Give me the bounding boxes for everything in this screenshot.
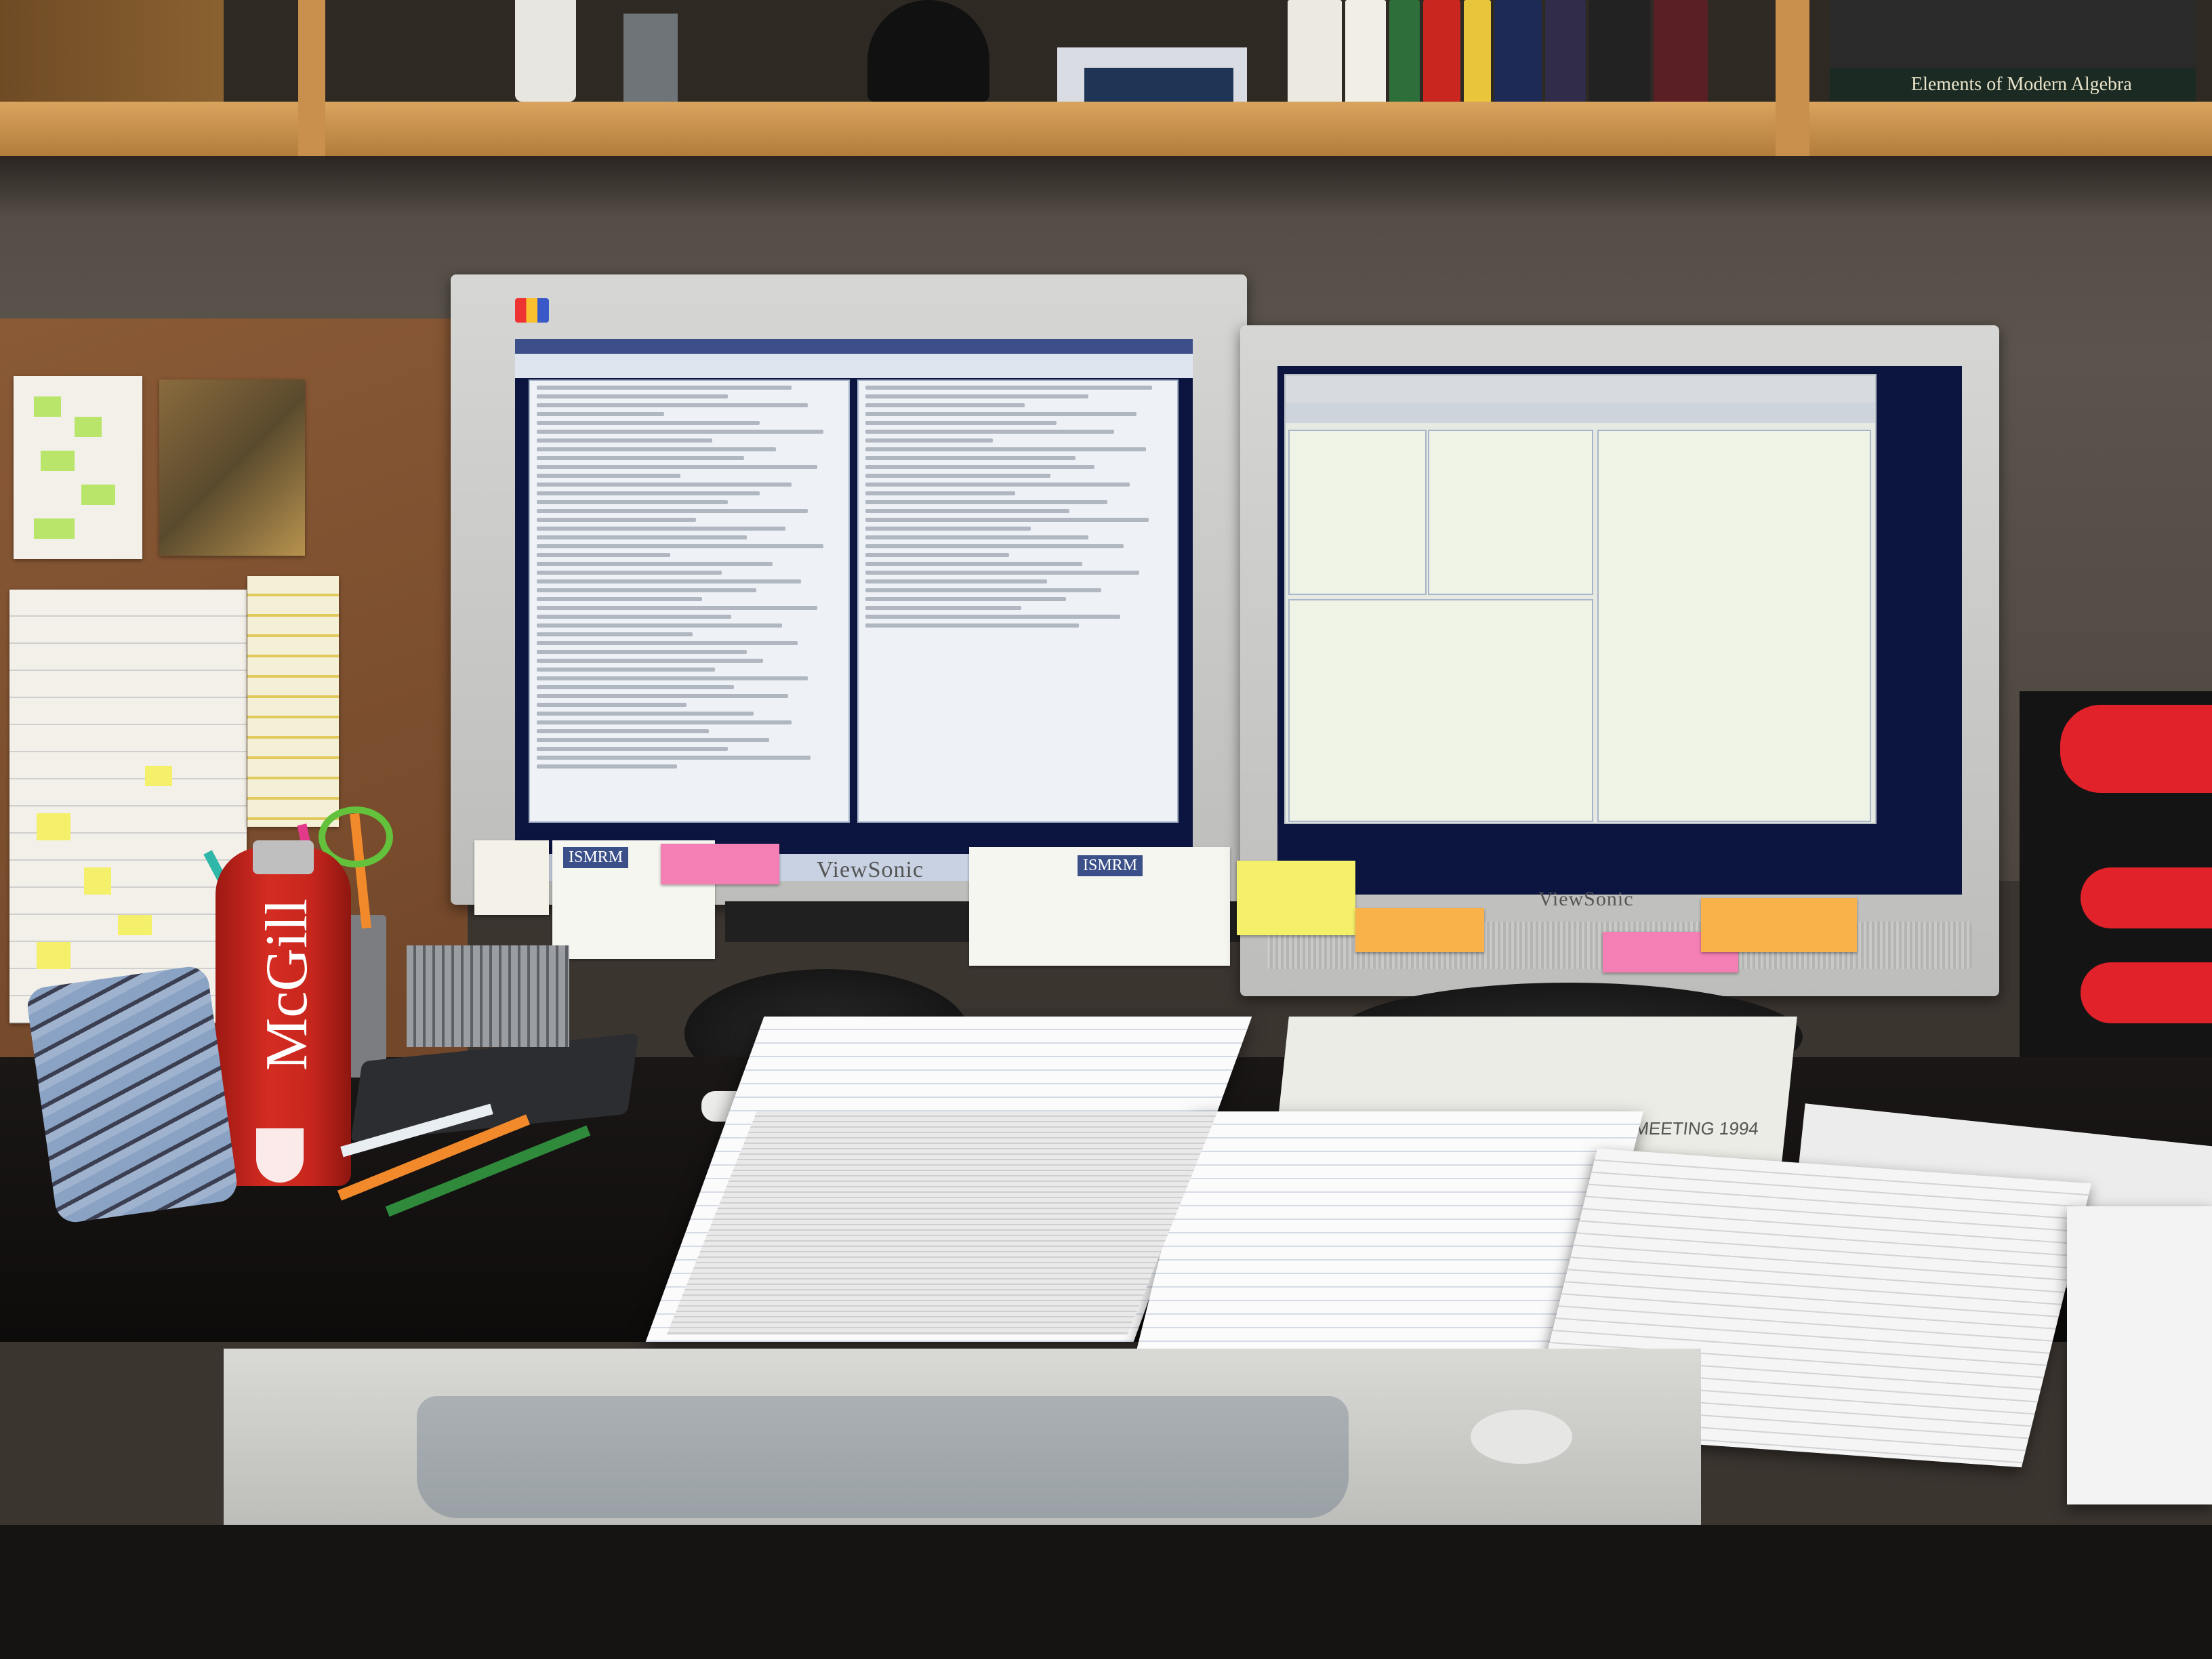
- editor-pane-right: [857, 380, 1179, 823]
- command-window: [1288, 599, 1593, 822]
- shelf-shadow: [0, 156, 2212, 217]
- shelf-post-2: [1776, 0, 1809, 159]
- right-monitor-brand: ViewSonic: [1538, 888, 1634, 910]
- ismrm-label-2: ISMRM: [1078, 855, 1143, 876]
- editor-pane-left: [529, 380, 850, 823]
- postcard: [159, 380, 305, 556]
- sticky-sheet: [14, 376, 142, 559]
- pencil-cup: [346, 915, 386, 1078]
- floor: [0, 1525, 2212, 1659]
- open-paper-right: [2067, 1206, 2212, 1504]
- right-screen: [1277, 366, 1962, 895]
- sticky-orange-right-2: [1701, 898, 1857, 952]
- calendar-sheet: [247, 576, 339, 827]
- schedule-sheet: [9, 590, 247, 1023]
- note-white-1: [474, 840, 549, 915]
- shelf-post-1: [298, 0, 325, 159]
- ismrm-card-2: ISMRM: [969, 847, 1230, 966]
- shelf-board: [0, 102, 2212, 156]
- left-monitor-brand: ViewSonic: [817, 857, 924, 882]
- title-bar: [515, 339, 1193, 354]
- command-panel-top: [1428, 430, 1593, 595]
- pencil-case: [24, 964, 240, 1225]
- desk-organizer: [407, 945, 569, 1047]
- mouse: [1471, 1410, 1572, 1464]
- algebra-book-spine: Elements of Modern Algebra: [1830, 68, 2196, 102]
- shelf-books: Elements of Modern Algebra: [1288, 0, 2196, 102]
- viewsonic-logo-icon: [515, 298, 549, 323]
- notebook-fan: [666, 1111, 1218, 1335]
- mcgill-crest-icon: [256, 1128, 304, 1183]
- sticky-orange-right: [1355, 908, 1484, 952]
- shelf-objects: [501, 0, 1288, 108]
- mcgill-bottle: McGill: [216, 840, 351, 1186]
- left-screen: [515, 339, 1193, 881]
- keyboard: [417, 1396, 1349, 1518]
- ismrm-label: ISMRM: [563, 847, 629, 868]
- shelf-frame-left: [0, 0, 224, 112]
- file-panel: [1288, 430, 1427, 595]
- file-organizer: [2020, 691, 2212, 1071]
- workspace-panel: [1597, 430, 1871, 822]
- sticky-pink-left: [661, 844, 779, 884]
- sticky-yellow-right: [1237, 861, 1355, 935]
- app-window: [1284, 374, 1877, 824]
- bottle-brand-text: McGill: [254, 898, 320, 1071]
- menu-bar: [515, 354, 1193, 378]
- left-monitor: ViewSonic: [451, 274, 1247, 905]
